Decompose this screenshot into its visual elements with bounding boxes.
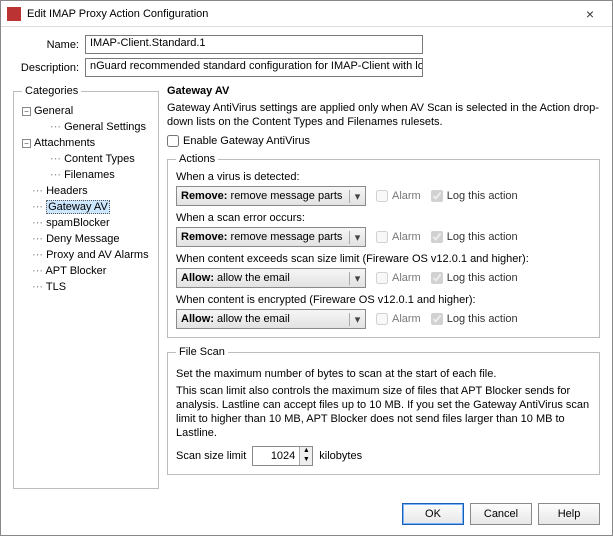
tree-item-spamblocker[interactable]: spamBlocker bbox=[46, 217, 110, 229]
action-error-dropdown[interactable]: Remove: remove message parts ▾ bbox=[176, 227, 366, 247]
name-label: Name: bbox=[13, 39, 79, 51]
window-title: Edit IMAP Proxy Action Configuration bbox=[27, 8, 574, 20]
tree-item-deny-message[interactable]: Deny Message bbox=[46, 233, 119, 245]
tree-item-filenames[interactable]: Filenames bbox=[64, 169, 115, 181]
scan-size-input[interactable] bbox=[253, 447, 299, 465]
content-area: Name: IMAP-Client.Standard.1 Description… bbox=[1, 27, 612, 495]
tree-item-apt-blocker[interactable]: APT Blocker bbox=[45, 265, 106, 277]
tree-item-general[interactable]: General bbox=[34, 105, 73, 117]
filescan-line1: Set the maximum number of bytes to scan … bbox=[176, 367, 591, 381]
spinner-down-icon[interactable]: ▼ bbox=[300, 456, 312, 465]
categories-fieldset: Categories −General ⋯ General Settings −… bbox=[13, 85, 159, 489]
cancel-button[interactable]: Cancel bbox=[470, 503, 532, 525]
action-error-log-checkbox[interactable]: Log this action bbox=[431, 231, 518, 243]
filescan-fieldset: File Scan Set the maximum number of byte… bbox=[167, 346, 600, 475]
description-label: Description: bbox=[13, 62, 79, 74]
description-input[interactable]: nGuard recommended standard configuratio… bbox=[85, 58, 423, 77]
title-bar: Edit IMAP Proxy Action Configuration × bbox=[1, 1, 612, 27]
action-virus-log-checkbox[interactable]: Log this action bbox=[431, 190, 518, 202]
actions-fieldset: Actions When a virus is detected: Remove… bbox=[167, 153, 600, 338]
filescan-line2: This scan limit also controls the maximu… bbox=[176, 384, 591, 440]
chevron-down-icon: ▾ bbox=[349, 231, 365, 244]
tree-item-general-settings[interactable]: General Settings bbox=[64, 121, 146, 133]
dialog-window: Edit IMAP Proxy Action Configuration × N… bbox=[0, 0, 613, 536]
enable-gateway-av-input[interactable] bbox=[167, 135, 179, 147]
ok-button[interactable]: OK bbox=[402, 503, 464, 525]
action-encrypt-log-checkbox[interactable]: Log this action bbox=[431, 313, 518, 325]
action-virus-label: When a virus is detected: bbox=[176, 171, 591, 183]
actions-legend: Actions bbox=[176, 153, 218, 165]
action-size-log-checkbox[interactable]: Log this action bbox=[431, 272, 518, 284]
action-size-dropdown[interactable]: Allow: allow the email ▾ bbox=[176, 268, 366, 288]
tree-item-attachments[interactable]: Attachments bbox=[34, 137, 95, 149]
filescan-legend: File Scan bbox=[176, 346, 228, 358]
tree-toggle-icon[interactable]: − bbox=[22, 139, 31, 148]
tree-item-proxy-av-alarms[interactable]: Proxy and AV Alarms bbox=[46, 249, 149, 261]
close-icon[interactable]: × bbox=[574, 6, 606, 22]
action-size-alarm-checkbox[interactable]: Alarm bbox=[376, 272, 421, 284]
chevron-down-icon: ▾ bbox=[349, 272, 365, 285]
chevron-down-icon: ▾ bbox=[349, 313, 365, 326]
spinner-up-icon[interactable]: ▲ bbox=[300, 447, 312, 456]
tree-item-gateway-av[interactable]: Gateway AV bbox=[46, 200, 110, 214]
categories-tree[interactable]: −General ⋯ General Settings −Attachments… bbox=[22, 103, 150, 480]
tree-item-content-types[interactable]: Content Types bbox=[64, 153, 135, 165]
action-error-label: When a scan error occurs: bbox=[176, 212, 591, 224]
app-icon bbox=[7, 7, 21, 21]
panel-intro: Gateway AntiVirus settings are applied o… bbox=[167, 101, 600, 129]
name-input[interactable]: IMAP-Client.Standard.1 bbox=[85, 35, 423, 54]
action-encrypt-alarm-checkbox[interactable]: Alarm bbox=[376, 313, 421, 325]
chevron-down-icon: ▾ bbox=[349, 190, 365, 203]
scan-size-unit: kilobytes bbox=[319, 450, 362, 462]
categories-legend: Categories bbox=[22, 85, 81, 97]
action-size-label: When content exceeds scan size limit (Fi… bbox=[176, 253, 591, 265]
enable-gateway-av-label: Enable Gateway AntiVirus bbox=[183, 135, 310, 147]
main-panel: Gateway AV Gateway AntiVirus settings ar… bbox=[167, 85, 600, 489]
tree-toggle-icon[interactable]: − bbox=[22, 107, 31, 116]
help-button[interactable]: Help bbox=[538, 503, 600, 525]
scan-size-spinner[interactable]: ▲ ▼ bbox=[252, 446, 313, 466]
action-virus-dropdown[interactable]: Remove: remove message parts ▾ bbox=[176, 186, 366, 206]
tree-item-tls[interactable]: TLS bbox=[46, 281, 66, 293]
dialog-buttons: OK Cancel Help bbox=[1, 495, 612, 535]
panel-heading: Gateway AV bbox=[167, 85, 600, 97]
action-encrypt-dropdown[interactable]: Allow: allow the email ▾ bbox=[176, 309, 366, 329]
action-error-alarm-checkbox[interactable]: Alarm bbox=[376, 231, 421, 243]
scan-size-label: Scan size limit bbox=[176, 450, 246, 462]
action-encrypt-label: When content is encrypted (Fireware OS v… bbox=[176, 294, 591, 306]
action-virus-alarm-checkbox[interactable]: Alarm bbox=[376, 190, 421, 202]
tree-item-headers[interactable]: Headers bbox=[46, 185, 88, 197]
enable-gateway-av-checkbox[interactable]: Enable Gateway AntiVirus bbox=[167, 135, 600, 147]
